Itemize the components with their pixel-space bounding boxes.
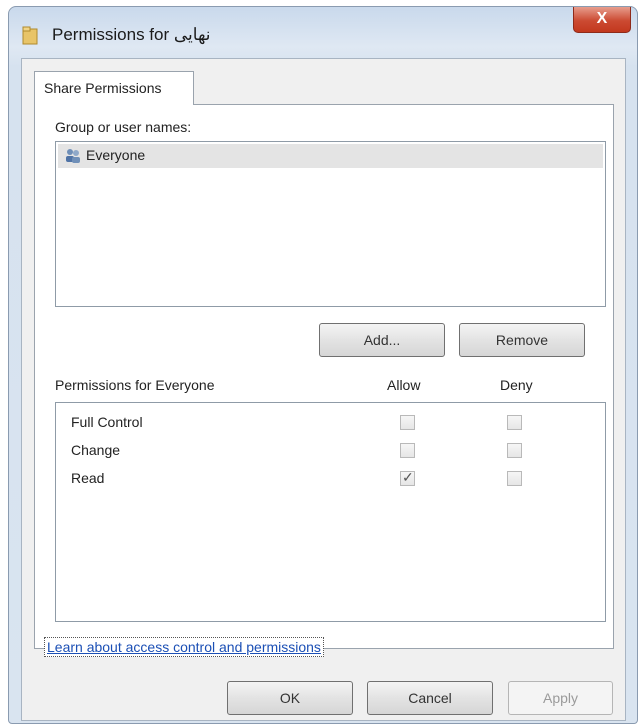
deny-checkbox-full-control[interactable] (507, 415, 522, 430)
permissions-list: Full Control Change Read ✓ (55, 402, 606, 622)
users-group-icon (66, 149, 80, 163)
folder-icon (22, 26, 38, 45)
permission-name: Change (71, 442, 121, 458)
tab-share-permissions[interactable]: Share Permissions (34, 71, 194, 105)
apply-button[interactable]: Apply (508, 681, 613, 715)
user-list[interactable]: Everyone (55, 141, 606, 307)
close-icon: X (596, 10, 608, 27)
allow-header: Allow (387, 377, 421, 393)
title-bar: Permissions for نهایی X (9, 7, 637, 57)
remove-button[interactable]: Remove (459, 323, 585, 357)
permission-name: Full Control (71, 414, 143, 430)
permission-row-full-control: Full Control (56, 409, 605, 437)
permission-row-read: Read ✓ (56, 465, 605, 493)
permission-name: Read (71, 470, 105, 486)
tab-panel: Group or user names: Everyone Add... Rem… (34, 104, 614, 649)
dialog-client-area: Share Permissions Group or user names: E… (21, 58, 626, 721)
checkmark-icon: ✓ (402, 469, 414, 485)
deny-checkbox-change[interactable] (507, 443, 522, 458)
permissions-label: Permissions for Everyone (55, 377, 215, 393)
allow-checkbox-full-control[interactable] (400, 415, 415, 430)
window-title: Permissions for نهایی (52, 25, 211, 44)
close-button[interactable]: X (573, 7, 631, 33)
permission-row-change: Change (56, 437, 605, 465)
permissions-dialog: Permissions for نهایی X Share Permission… (8, 6, 638, 724)
ok-button[interactable]: OK (227, 681, 353, 715)
deny-checkbox-read[interactable] (507, 471, 522, 486)
user-name: Everyone (86, 147, 146, 163)
list-item-everyone[interactable]: Everyone (58, 144, 603, 168)
access-control-help-link[interactable]: Learn about access control and permissio… (44, 637, 324, 657)
deny-header: Deny (500, 377, 533, 393)
allow-checkbox-change[interactable] (400, 443, 415, 458)
allow-checkbox-read[interactable]: ✓ (400, 469, 415, 486)
add-button[interactable]: Add... (319, 323, 445, 357)
group-label: Group or user names: (55, 119, 192, 135)
cancel-button[interactable]: Cancel (367, 681, 493, 715)
